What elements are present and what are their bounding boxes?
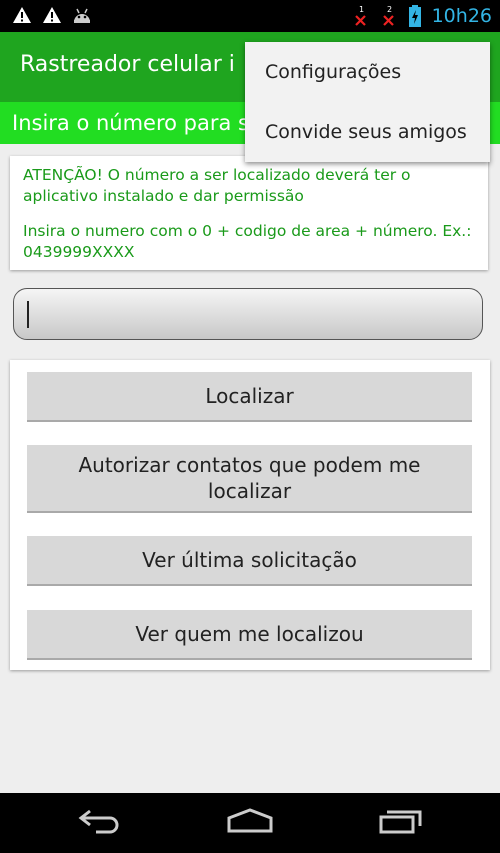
navigation-bar	[0, 793, 500, 853]
notification-icons	[12, 6, 92, 24]
overflow-menu: Configurações Convide seus amigos	[245, 42, 490, 162]
recent-apps-icon[interactable]	[378, 808, 424, 834]
phone-number-input[interactable]	[13, 288, 483, 340]
clock: 10h26	[431, 5, 492, 27]
info-card: ATENÇÃO! O número a ser localizado dever…	[10, 156, 488, 270]
sim-1-no-signal-icon: 1	[354, 5, 366, 26]
android-icon	[74, 8, 90, 23]
menu-item-settings[interactable]: Configurações	[245, 42, 490, 102]
actions-card: Localizar Autorizar contatos que podem m…	[10, 360, 490, 670]
warning-icon	[43, 7, 61, 23]
system-icons: 1 2 10h26	[352, 3, 492, 29]
back-icon[interactable]	[78, 808, 124, 834]
text-cursor	[27, 301, 29, 328]
instructions-text: Insira o numero com o 0 + codigo de area…	[23, 222, 472, 261]
sim-2-no-signal-icon: 2	[382, 5, 394, 26]
subtitle-text: Insira o número para se	[12, 111, 262, 135]
sim-1-label: 1	[359, 5, 364, 14]
app-title: Rastreador celular i	[20, 52, 235, 77]
last-request-button[interactable]: Ver última solicitação	[27, 536, 472, 586]
locate-button[interactable]: Localizar	[27, 372, 472, 422]
warning-text: ATENÇÃO! O número a ser localizado dever…	[23, 166, 411, 205]
sim-2-label: 2	[387, 5, 392, 14]
battery-charging-icon	[408, 5, 421, 27]
menu-item-invite-friends[interactable]: Convide seus amigos	[245, 102, 490, 162]
who-located-me-button[interactable]: Ver quem me localizou	[27, 610, 472, 660]
home-icon[interactable]	[226, 808, 274, 834]
status-bar: 1 2 10h26	[0, 0, 500, 32]
authorize-contacts-button[interactable]: Autorizar contatos que podem me localiza…	[27, 445, 472, 513]
warning-icon	[13, 7, 31, 23]
